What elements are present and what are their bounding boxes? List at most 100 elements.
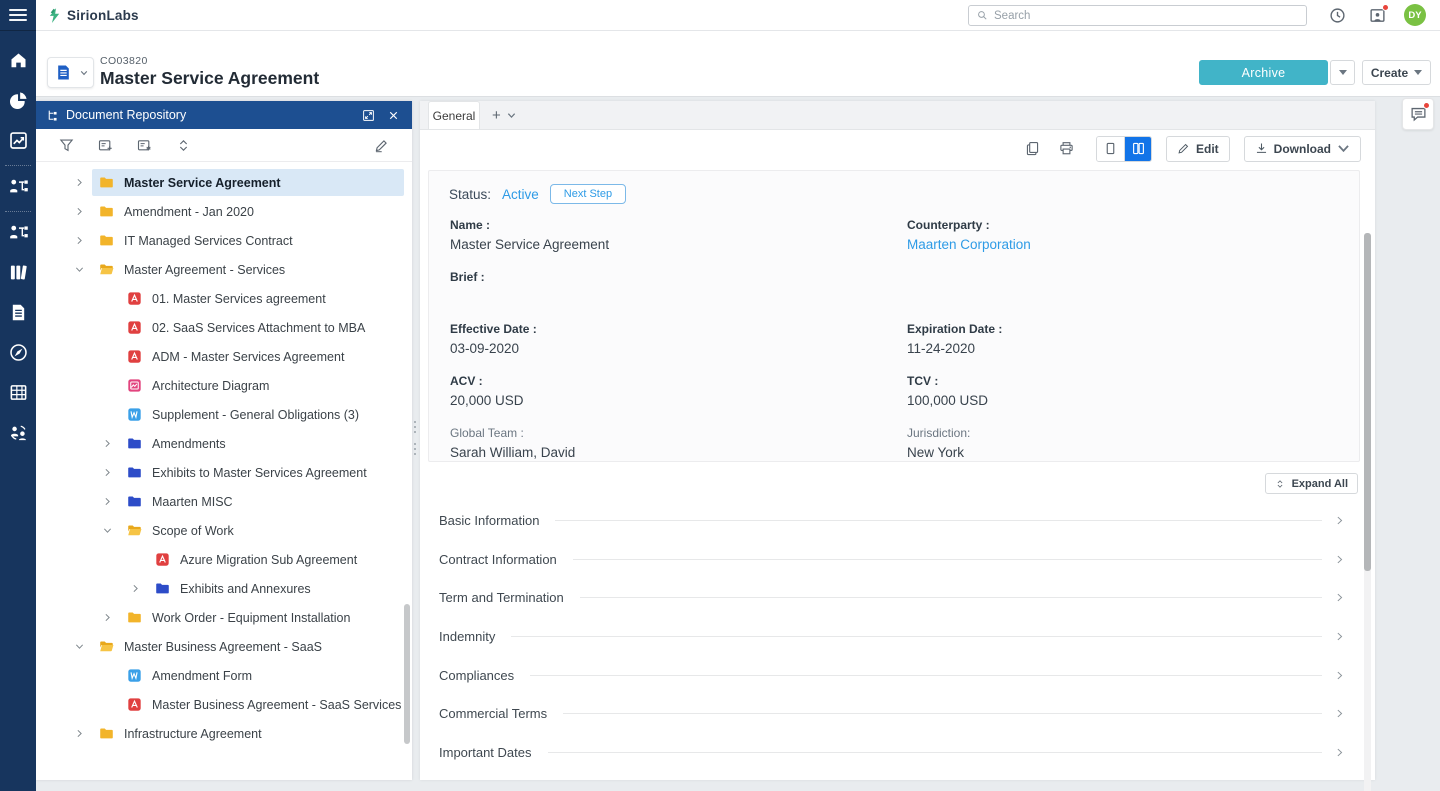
documents-icon: [9, 303, 28, 327]
print-icon[interactable]: [1056, 139, 1076, 159]
expand-panel-icon[interactable]: [359, 106, 377, 124]
tree-item[interactable]: Exhibits to Master Services Agreement: [36, 458, 412, 487]
chevron-right-icon[interactable]: [74, 728, 99, 739]
comments-button[interactable]: [1402, 98, 1434, 130]
tree-item[interactable]: 02. SaaS Services Attachment to MBA: [36, 313, 412, 342]
field-right: [907, 270, 1339, 305]
tree-item[interactable]: Architecture Diagram: [36, 371, 412, 400]
tree-item[interactable]: IT Managed Services Contract: [36, 226, 412, 255]
filter-icon[interactable]: [58, 137, 75, 154]
sidebar-item-performance-chart[interactable]: [0, 123, 36, 163]
add-tab-button[interactable]: +: [480, 101, 528, 129]
section-divider-line: [572, 558, 1322, 560]
page-header: CO03820 Master Service Agreement Archive…: [36, 31, 1440, 97]
search-input[interactable]: [994, 9, 1298, 22]
accordion-section[interactable]: Compliances: [420, 656, 1375, 695]
tree-item[interactable]: Master Business Agreement - SaaS Service…: [36, 690, 412, 719]
tree-item[interactable]: Master Business Agreement - SaaS: [36, 632, 412, 661]
accordion-section[interactable]: Indemnity: [420, 617, 1375, 656]
sidebar-item-grid-table[interactable]: [0, 375, 36, 415]
tree-item[interactable]: 01. Master Services agreement: [36, 284, 412, 313]
sidebar-item-compass[interactable]: [0, 335, 36, 375]
close-panel-icon[interactable]: [384, 106, 402, 124]
expand-all-button[interactable]: Expand All: [1264, 473, 1358, 494]
chevron-right-icon[interactable]: [102, 612, 127, 623]
tree-item[interactable]: Amendment - Jan 2020: [36, 197, 412, 226]
chevron-right-icon[interactable]: [102, 467, 127, 478]
archive-dropdown-button[interactable]: [1330, 60, 1355, 85]
single-column-view-icon[interactable]: [1097, 136, 1124, 161]
main-scrollbar-thumb[interactable]: [1364, 233, 1371, 571]
sidebar-item-contract-hierarchy[interactable]: [0, 215, 36, 255]
history-icon[interactable]: [1327, 5, 1348, 26]
panel-splitter[interactable]: [411, 101, 420, 780]
tree-item[interactable]: Azure Migration Sub Agreement: [36, 545, 412, 574]
tree-item[interactable]: Amendment Form: [36, 661, 412, 690]
sidebar-item-home[interactable]: [0, 43, 36, 83]
accordion-section[interactable]: Commercial Terms: [420, 694, 1375, 733]
field-value: [450, 289, 907, 305]
tree-item[interactable]: Maarten MISC: [36, 487, 412, 516]
collapse-expand-all-icon[interactable]: [175, 137, 192, 154]
compass-icon: [9, 343, 28, 367]
chevron-right-icon[interactable]: [74, 235, 99, 246]
chevron-right-icon[interactable]: [102, 438, 127, 449]
two-column-view-icon[interactable]: [1124, 136, 1151, 161]
user-avatar[interactable]: DY: [1404, 4, 1426, 26]
tree-item-label: Master Service Agreement: [124, 175, 281, 190]
chevron-right-icon[interactable]: [130, 583, 155, 594]
chevron-right-icon[interactable]: [74, 177, 99, 188]
create-button[interactable]: Create: [1362, 60, 1431, 85]
chevron-right-icon[interactable]: [102, 496, 127, 507]
pdf-icon: [127, 697, 143, 713]
pdf-icon: [127, 320, 143, 336]
favorite-document-icon[interactable]: [136, 137, 153, 154]
copy-document-icon[interactable]: [1022, 139, 1042, 159]
tab-general[interactable]: General: [428, 101, 480, 129]
chevron-down-icon[interactable]: [102, 525, 127, 536]
sidebar-item-analytics-pie[interactable]: [0, 83, 36, 123]
tree-item-label: Amendments: [152, 436, 226, 451]
sidebar-item-library[interactable]: [0, 255, 36, 295]
plus-icon: +: [492, 106, 501, 124]
download-icon: [1256, 143, 1266, 153]
accordion-section[interactable]: Basic Information: [420, 501, 1375, 540]
tree-item[interactable]: Work Order - Equipment Installation: [36, 603, 412, 632]
chevron-down-icon[interactable]: [74, 641, 99, 652]
tree-item[interactable]: Scope of Work: [36, 516, 412, 545]
field-value-link[interactable]: Maarten Corporation: [907, 237, 1339, 253]
pdf-icon: [127, 349, 143, 365]
add-document-icon[interactable]: [97, 137, 114, 154]
sidebar-item-supplier-hierarchy[interactable]: [0, 169, 36, 209]
accordion-section[interactable]: Term and Termination: [420, 578, 1375, 617]
section-label: Indemnity: [439, 628, 496, 644]
sidebar-item-documents[interactable]: [0, 295, 36, 335]
edit-button[interactable]: Edit: [1166, 135, 1230, 162]
chevron-down-icon[interactable]: [74, 264, 99, 275]
edit-tree-icon[interactable]: [373, 137, 390, 154]
next-step-button[interactable]: Next Step: [549, 184, 627, 204]
document-type-button[interactable]: [47, 57, 94, 88]
tree-item[interactable]: Infrastructure Agreement: [36, 719, 412, 748]
archive-button[interactable]: Archive: [1199, 60, 1328, 85]
library-icon: [9, 263, 28, 287]
download-button[interactable]: Download: [1243, 135, 1361, 162]
contacts-notifications-icon[interactable]: [1367, 4, 1389, 26]
hamburger-menu-icon[interactable]: [0, 0, 36, 31]
tree-item[interactable]: Supplement - General Obligations (3): [36, 400, 412, 429]
tree-item[interactable]: Master Service Agreement: [36, 168, 412, 197]
home-icon: [9, 51, 28, 75]
field-value: 11-24-2020: [907, 341, 976, 356]
tree-item[interactable]: Exhibits and Annexures: [36, 574, 412, 603]
field-right: Counterparty : Maarten Corporation: [907, 218, 1339, 253]
tree-scrollbar-thumb[interactable]: [404, 604, 410, 744]
tree-item[interactable]: ADM - Master Services Agreement: [36, 342, 412, 371]
tree-item[interactable]: Amendments: [36, 429, 412, 458]
chevron-right-icon[interactable]: [74, 206, 99, 217]
accordion-section[interactable]: Important Dates: [420, 733, 1375, 772]
sidebar-item-collaboration[interactable]: [0, 415, 36, 455]
tree-item[interactable]: Master Agreement - Services: [36, 255, 412, 284]
accordion-section[interactable]: Contract Information: [420, 540, 1375, 579]
tree-item-label: IT Managed Services Contract: [124, 233, 293, 248]
brand-logo[interactable]: SirionLabs: [46, 0, 139, 31]
